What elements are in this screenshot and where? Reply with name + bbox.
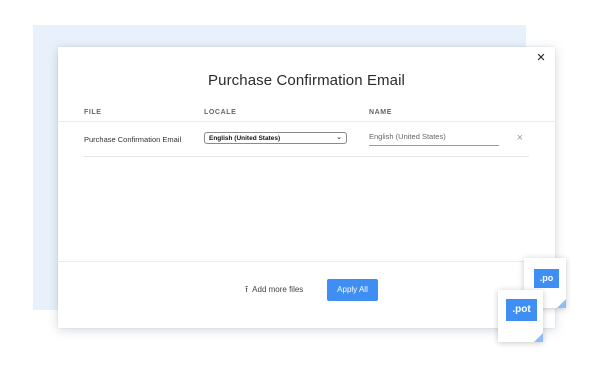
add-more-files-button[interactable]: ⭱ Add more files <box>245 284 304 295</box>
table-row: Purchase Confirmation Email English (Uni… <box>84 123 529 157</box>
file-name: Purchase Confirmation Email <box>84 135 182 144</box>
close-icon[interactable]: × <box>533 50 549 66</box>
footer-divider <box>58 261 555 262</box>
page-fold-icon <box>557 299 566 308</box>
header-divider <box>58 121 555 122</box>
pot-file-badge: .pot <box>506 299 537 321</box>
column-header-file: FILE <box>84 109 102 116</box>
upload-icon: ⭱ <box>245 284 249 294</box>
dialog-title: Purchase Confirmation Email <box>208 72 405 89</box>
po-file-badge: .po <box>534 269 559 288</box>
dialog: × Purchase Confirmation Email FILE LOCAL… <box>58 47 555 328</box>
name-input[interactable]: English (United States) <box>369 129 499 146</box>
page-fold-icon <box>534 333 543 342</box>
column-header-name: NAME <box>369 109 393 116</box>
pot-file-icon: .pot <box>498 290 543 342</box>
apply-all-button[interactable]: Apply All <box>327 279 378 301</box>
chevron-down-icon: ⌄ <box>336 134 342 141</box>
locale-select-value: English (United States) <box>209 135 281 142</box>
add-more-files-label: Add more files <box>252 285 304 294</box>
locale-select[interactable]: English (United States) ⌄ <box>204 132 347 144</box>
remove-row-icon[interactable]: × <box>517 132 523 144</box>
column-header-locale: LOCALE <box>204 109 237 116</box>
